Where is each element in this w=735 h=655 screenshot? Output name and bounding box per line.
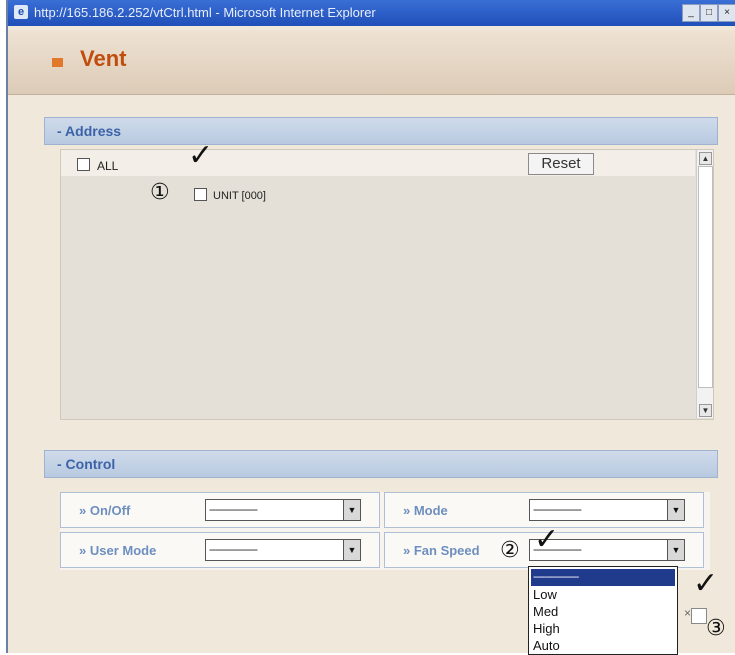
mode-select[interactable]: ---------------- ▼ [529,499,685,521]
unit-checkbox[interactable] [194,188,207,201]
check-mark-icon: ✓ [693,566,719,601]
onoff-select[interactable]: ---------------- ▼ [205,499,361,521]
fan-option-med[interactable]: Med [531,603,675,620]
scrollbar-track[interactable] [698,166,713,388]
control-section-bar: - Control [44,450,718,478]
onoff-cell: » On/Off ---------------- ▼ [60,492,380,528]
dropdown-arrow-icon[interactable]: ▼ [343,540,360,560]
fan-speed-label: » Fan Speed [403,543,480,558]
all-checkbox[interactable] [77,158,90,171]
mode-select-value: ---------------- [533,502,582,516]
scroll-up-arrow-icon[interactable]: ▲ [699,152,712,165]
address-scrollbar[interactable]: ▲ ▼ [696,150,713,418]
scroll-down-arrow-icon[interactable]: ▼ [699,404,712,417]
minimize-button[interactable]: _ [682,4,700,22]
control-table: » On/Off ---------------- ▼ » Mode -----… [60,492,710,570]
dropdown-arrow-icon[interactable]: ▼ [667,540,684,560]
marker-2: ② [500,538,520,563]
user-mode-select-value: ---------------- [209,542,258,556]
address-toolbar-row [61,150,695,176]
address-section-bar: - Address [44,117,718,145]
fan-speed-dropdown-list[interactable]: ----------------- Low Med High Auto [528,566,678,655]
check-mark-icon: ✓ [534,522,560,557]
user-mode-label: » User Mode [79,543,157,558]
browser-window: e http://165.186.2.252/vtCtrl.html - Mic… [6,0,735,653]
fan-option-auto[interactable]: Auto [531,637,675,654]
maximize-button[interactable]: □ [700,4,718,22]
apply-box[interactable] [691,608,707,624]
onoff-label: » On/Off [79,503,131,518]
marker-3: ③ [706,616,726,641]
user-mode-select[interactable]: ---------------- ▼ [205,539,361,561]
mode-label: » Mode [403,503,448,518]
bullet-icon [52,58,63,67]
check-mark-icon: ✓ [188,138,214,173]
close-x-icon[interactable]: × [684,606,691,620]
fan-option-none[interactable]: ----------------- [531,569,675,586]
title-bar: e http://165.186.2.252/vtCtrl.html - Mic… [8,0,735,26]
unit-label: UNIT [000] [213,190,266,202]
page-header: Vent [8,30,735,95]
user-mode-cell: » User Mode ---------------- ▼ [60,532,380,568]
close-button[interactable]: × [718,4,735,22]
reset-button[interactable]: Reset [528,153,594,175]
dropdown-arrow-icon[interactable]: ▼ [667,500,684,520]
dropdown-arrow-icon[interactable]: ▼ [343,500,360,520]
ie-icon: e [14,5,28,19]
fan-option-high[interactable]: High [531,620,675,637]
marker-1: ① [150,180,170,205]
onoff-select-value: ---------------- [209,502,258,516]
control-section-label: - Control [57,456,116,472]
all-label: ALL [97,159,119,173]
fan-option-low[interactable]: Low [531,586,675,603]
address-section-label: - Address [57,123,122,139]
page-title: Vent [80,46,127,71]
window-title: http://165.186.2.252/vtCtrl.html - Micro… [34,5,376,20]
